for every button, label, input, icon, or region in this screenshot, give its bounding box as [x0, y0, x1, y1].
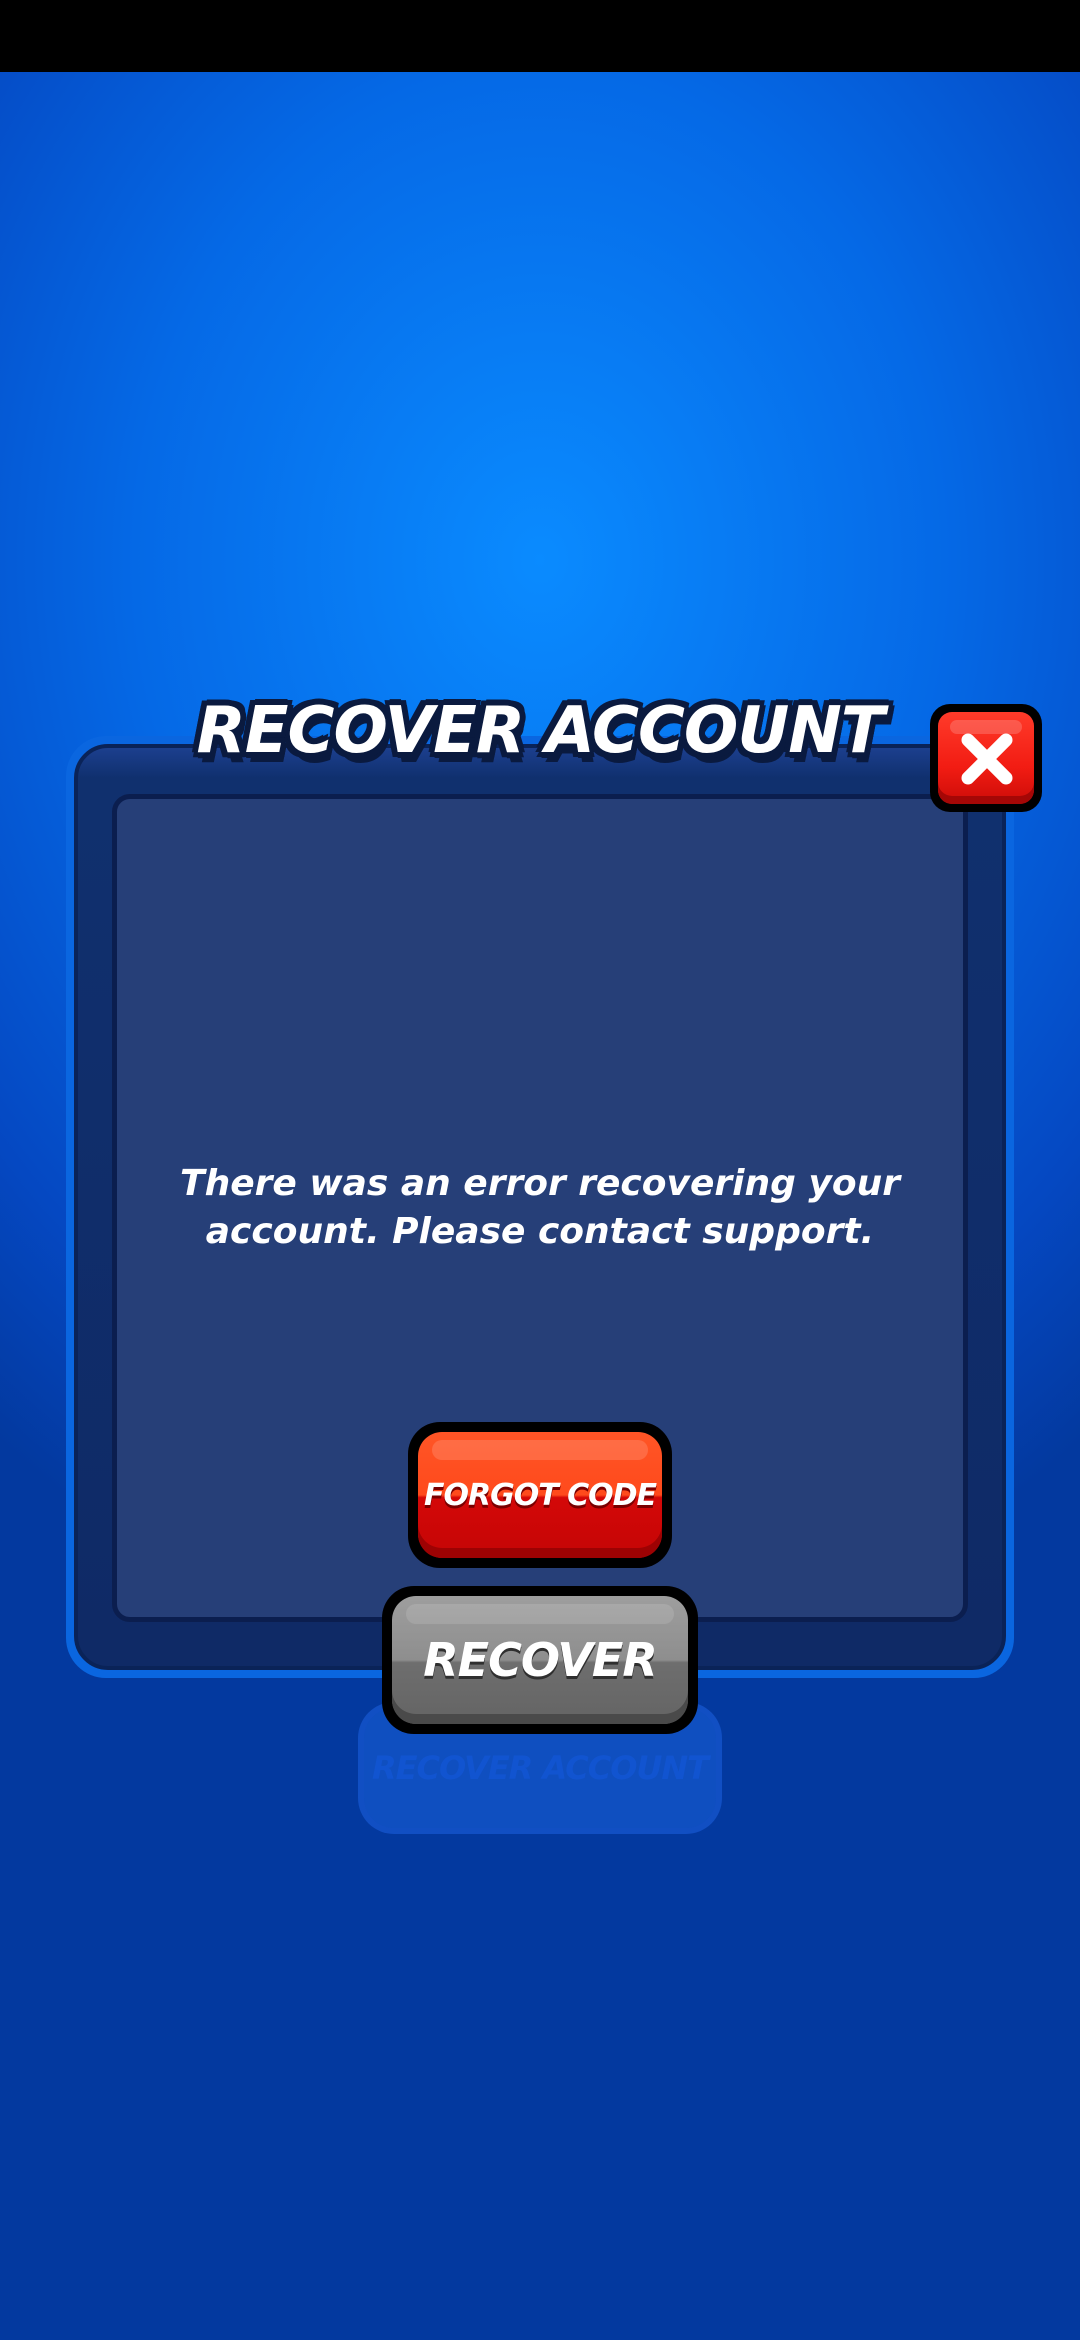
forgot-code-button[interactable]: FORGOT CODE [408, 1422, 672, 1568]
close-button[interactable] [930, 704, 1042, 812]
forgot-code-label: FORGOT CODE [423, 1477, 657, 1513]
recover-button-face[interactable]: RECOVER [392, 1596, 688, 1724]
close-x-icon [961, 733, 1013, 785]
recover-button[interactable]: RECOVER [382, 1586, 698, 1734]
forgot-code-button-face[interactable]: FORGOT CODE [418, 1432, 662, 1558]
background-button-label: RECOVER ACCOUNT [372, 1749, 709, 1787]
dialog-title: RECOVER ACCOUNT [196, 694, 885, 768]
close-button-face[interactable] [938, 712, 1034, 804]
recover-label: RECOVER [423, 1633, 658, 1687]
status-bar [0, 0, 1080, 72]
error-message: There was an error recovering your accou… [180, 1163, 900, 1252]
